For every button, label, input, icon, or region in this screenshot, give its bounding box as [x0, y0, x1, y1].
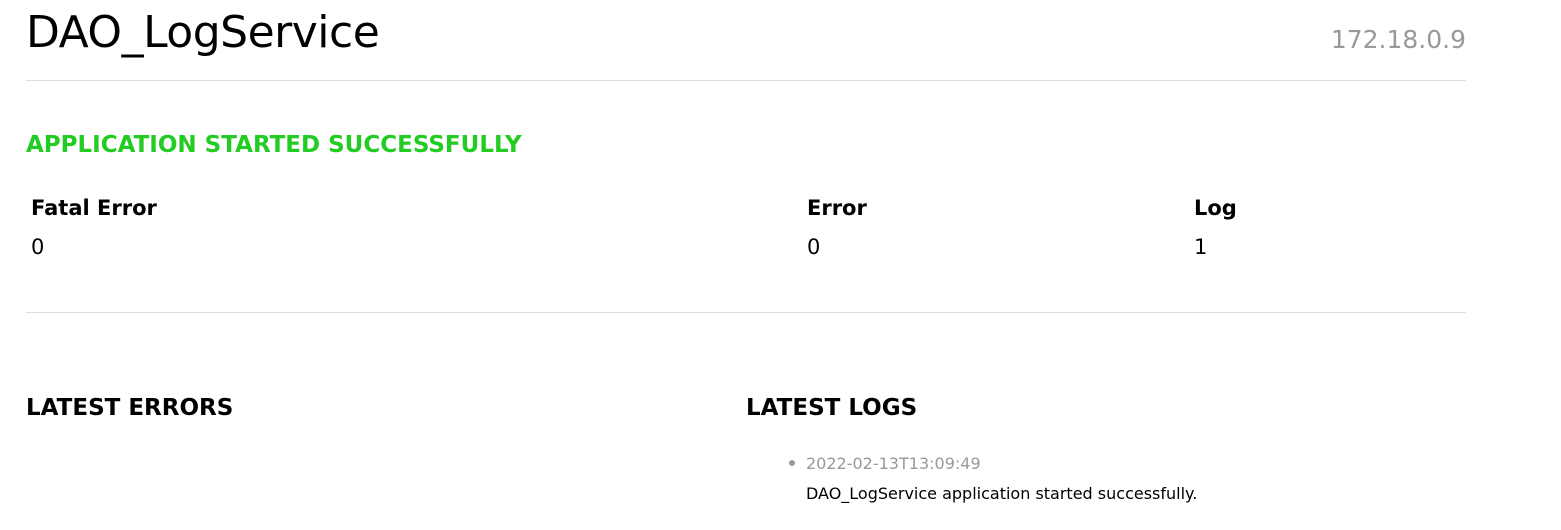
- log-timestamp: 2022-02-13T13:09:49: [806, 454, 981, 473]
- counter-log: Log 1: [1194, 192, 1237, 263]
- counter-error: Error 0: [807, 192, 867, 263]
- counter-label: Log: [1194, 196, 1237, 220]
- counter-value: 0: [807, 235, 821, 259]
- counter-fatal-error: Fatal Error 0: [31, 192, 157, 263]
- counter-value: 1: [1194, 235, 1208, 259]
- header: DAO_LogService 172.18.0.9: [26, 0, 1466, 81]
- log-message: DAO_LogService application started succe…: [806, 484, 1198, 503]
- latest-logs-list: 2022-02-13T13:09:49 DAO_LogService appli…: [786, 452, 1197, 506]
- status-message: APPLICATION STARTED SUCCESSFULLY: [26, 132, 522, 158]
- counters-row: Fatal Error 0 Error 0 Log 1: [26, 192, 1466, 313]
- bullet-icon: [789, 460, 795, 466]
- counter-label: Error: [807, 196, 867, 220]
- page: DAO_LogService 172.18.0.9 APPLICATION ST…: [26, 0, 1466, 503]
- host-ip: 172.18.0.9: [1330, 25, 1466, 54]
- app-title: DAO_LogService: [26, 7, 380, 58]
- list-item: 2022-02-13T13:09:49 DAO_LogService appli…: [786, 452, 1197, 506]
- latest-errors-title: LATEST ERRORS: [26, 395, 234, 421]
- counter-label: Fatal Error: [31, 196, 157, 220]
- latest-logs-title: LATEST LOGS: [746, 395, 918, 421]
- counter-value: 0: [31, 235, 45, 259]
